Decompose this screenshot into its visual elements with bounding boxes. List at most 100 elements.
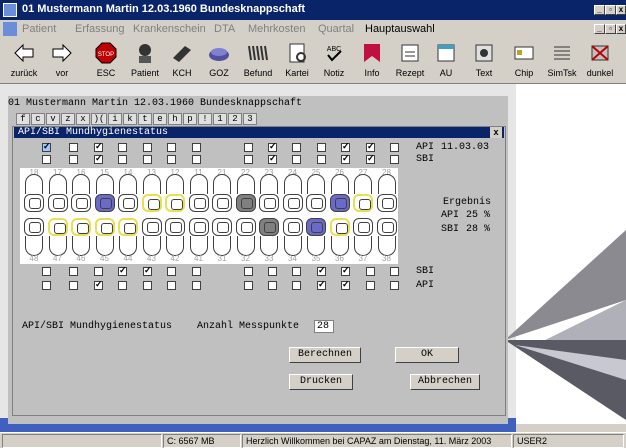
tooth-lower[interactable] bbox=[94, 218, 115, 236]
shortcut-key[interactable]: e bbox=[153, 113, 167, 125]
tooth-upper[interactable] bbox=[282, 194, 303, 212]
measurement-checkbox[interactable] bbox=[292, 143, 301, 152]
measurement-checkbox[interactable] bbox=[244, 155, 253, 164]
menu-patient[interactable]: Patient bbox=[22, 23, 56, 35]
tooth-lower[interactable] bbox=[47, 218, 68, 236]
measurement-checkbox[interactable] bbox=[94, 267, 103, 276]
shortcut-key[interactable]: t bbox=[138, 113, 152, 125]
berechnen-button[interactable]: Berechnen bbox=[289, 347, 361, 363]
tooth-upper[interactable] bbox=[306, 194, 326, 212]
toolbar-button-goz[interactable]: GOZ bbox=[197, 40, 241, 82]
measurement-checkbox[interactable] bbox=[143, 265, 152, 276]
tooth-upper[interactable] bbox=[188, 194, 209, 212]
toolbar-button-dunkel[interactable]: dunkel bbox=[578, 40, 622, 82]
toolbar-button-esc[interactable]: STOP ESC bbox=[84, 40, 128, 82]
measurement-checkbox[interactable] bbox=[143, 155, 152, 164]
measurement-checkbox[interactable] bbox=[69, 267, 78, 276]
tooth-lower[interactable] bbox=[235, 218, 256, 236]
measurement-checkbox[interactable] bbox=[94, 153, 103, 164]
tooth-lower[interactable] bbox=[24, 218, 44, 236]
tooth-upper[interactable] bbox=[118, 194, 138, 212]
shortcut-key[interactable]: v bbox=[46, 113, 60, 125]
measurement-checkbox[interactable] bbox=[69, 143, 78, 152]
measurement-checkbox[interactable] bbox=[317, 155, 326, 164]
measurement-checkbox[interactable] bbox=[317, 143, 326, 152]
measurement-checkbox[interactable] bbox=[366, 267, 375, 276]
shortcut-key[interactable]: h bbox=[168, 113, 182, 125]
tooth-upper[interactable] bbox=[235, 194, 256, 212]
measurement-checkbox[interactable] bbox=[94, 279, 103, 290]
measurement-checkbox[interactable] bbox=[118, 281, 127, 290]
tooth-lower[interactable] bbox=[306, 218, 326, 236]
abbrechen-button[interactable]: Abbrechen bbox=[410, 374, 480, 390]
dialog-close-button[interactable]: x bbox=[490, 127, 502, 138]
measurement-checkbox[interactable] bbox=[268, 281, 277, 290]
measurement-checkbox[interactable] bbox=[192, 155, 201, 164]
tooth-lower[interactable] bbox=[212, 218, 232, 236]
measurement-checkbox[interactable] bbox=[292, 155, 301, 164]
measurement-checkbox[interactable] bbox=[317, 279, 326, 290]
ok-button[interactable]: OK bbox=[395, 347, 459, 363]
measurement-checkbox[interactable] bbox=[167, 267, 176, 276]
measurement-checkbox[interactable] bbox=[118, 155, 127, 164]
tooth-upper[interactable] bbox=[329, 194, 350, 212]
app-menu-icon[interactable] bbox=[3, 22, 17, 36]
tooth-upper[interactable] bbox=[47, 194, 68, 212]
measurement-checkbox[interactable] bbox=[42, 141, 51, 152]
shortcut-key[interactable]: p bbox=[183, 113, 197, 125]
shortcut-key[interactable]: f bbox=[16, 113, 30, 125]
measurement-checkbox[interactable] bbox=[42, 155, 51, 164]
tooth-upper[interactable] bbox=[71, 194, 91, 212]
tooth-upper[interactable] bbox=[24, 194, 44, 212]
tooth-lower[interactable] bbox=[353, 218, 373, 236]
measurement-checkbox[interactable] bbox=[341, 265, 350, 276]
shortcut-key[interactable]: ! bbox=[198, 113, 212, 125]
measurement-checkbox[interactable] bbox=[268, 153, 277, 164]
measurement-checkbox[interactable] bbox=[143, 281, 152, 290]
tooth-lower[interactable] bbox=[71, 218, 91, 236]
minimize-icon[interactable]: _ bbox=[594, 5, 605, 15]
measurement-checkbox[interactable] bbox=[268, 141, 277, 152]
measurement-checkbox[interactable] bbox=[69, 155, 78, 164]
menu-quartal[interactable]: Quartal bbox=[318, 23, 354, 35]
tooth-lower[interactable] bbox=[118, 218, 138, 236]
mdi-minimize-icon[interactable]: _ bbox=[594, 24, 605, 34]
measurement-checkbox[interactable] bbox=[244, 267, 253, 276]
measurement-checkbox[interactable] bbox=[167, 155, 176, 164]
menu-erfassung[interactable]: Erfassung bbox=[75, 23, 125, 35]
tooth-upper[interactable] bbox=[259, 194, 279, 212]
shortcut-key[interactable]: k bbox=[123, 113, 137, 125]
measurement-checkbox[interactable] bbox=[192, 143, 201, 152]
measurement-checkbox[interactable] bbox=[143, 143, 152, 152]
measurement-checkbox[interactable] bbox=[118, 143, 127, 152]
toolbar-button-befund[interactable]: Befund bbox=[236, 40, 280, 82]
measurement-checkbox[interactable] bbox=[341, 141, 350, 152]
measurement-checkbox[interactable] bbox=[317, 265, 326, 276]
toolbar-button-text[interactable]: Text bbox=[462, 40, 506, 82]
measurement-checkbox[interactable] bbox=[366, 141, 375, 152]
tooth-upper[interactable] bbox=[376, 194, 397, 212]
tooth-lower[interactable] bbox=[376, 218, 397, 236]
measurement-checkbox[interactable] bbox=[167, 143, 176, 152]
measurement-checkbox[interactable] bbox=[69, 281, 78, 290]
measurement-checkbox[interactable] bbox=[244, 281, 253, 290]
menu-mehrkosten[interactable]: Mehrkosten bbox=[248, 23, 305, 35]
shortcut-key[interactable]: 3 bbox=[243, 113, 257, 125]
menu-hauptauswahl[interactable]: Hauptauswahl bbox=[365, 23, 435, 35]
tooth-upper[interactable] bbox=[165, 194, 185, 212]
measurement-checkbox[interactable] bbox=[118, 265, 127, 276]
measurement-checkbox[interactable] bbox=[244, 143, 253, 152]
tooth-upper[interactable] bbox=[353, 194, 373, 212]
shortcut-key[interactable]: c bbox=[31, 113, 45, 125]
measurement-checkbox[interactable] bbox=[366, 153, 375, 164]
toolbar-button-vor[interactable]: vor bbox=[40, 40, 84, 82]
tooth-upper[interactable] bbox=[94, 194, 115, 212]
shortcut-key[interactable]: x bbox=[76, 113, 90, 125]
measurement-checkbox[interactable] bbox=[390, 155, 399, 164]
mdi-close-icon[interactable]: x bbox=[616, 24, 626, 34]
shortcut-key[interactable]: )( bbox=[91, 113, 107, 125]
tooth-upper[interactable] bbox=[141, 194, 162, 212]
measurement-checkbox[interactable] bbox=[42, 281, 51, 290]
measurement-checkbox[interactable] bbox=[192, 267, 201, 276]
tooth-lower[interactable] bbox=[188, 218, 209, 236]
